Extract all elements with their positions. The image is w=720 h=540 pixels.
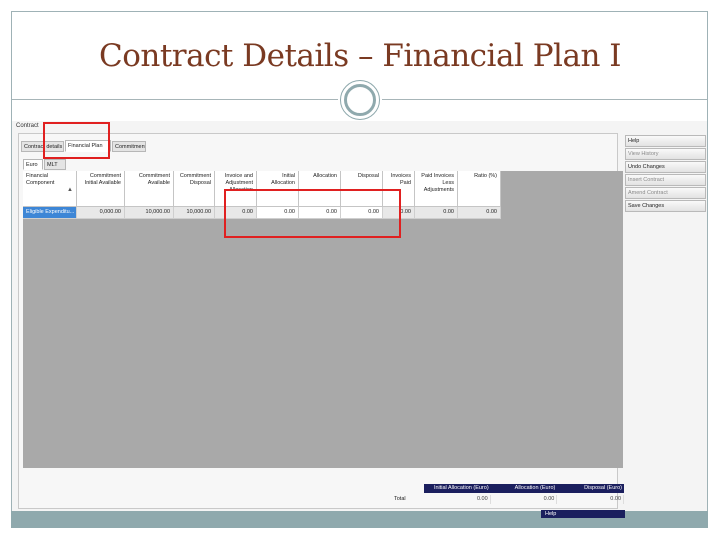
col-commitment-disposal[interactable]: Commitment Disposal (174, 171, 215, 207)
col-ratio[interactable]: Ratio (%) (458, 171, 501, 207)
slide-title: Contract Details – Financial Plan I (98, 38, 622, 74)
total-initial-allocation: 0.00 (424, 495, 491, 504)
totals-header-initial-allocation: Initial Allocation (Euro) (433, 485, 489, 491)
amend-contract-button[interactable]: Amend Contract (625, 187, 706, 199)
undo-changes-button[interactable]: Undo Changes (625, 161, 706, 173)
circle-emblem-ring (344, 84, 376, 116)
col-commitment-initial-available[interactable]: Commitment Initial Available (77, 171, 125, 207)
totals-header-allocation: Allocation (Euro) (514, 485, 556, 491)
view-history-button[interactable]: View History (625, 148, 706, 160)
insert-contract-button[interactable]: Insert Contract (625, 174, 706, 186)
highlight-financial-plan-tab (43, 122, 110, 159)
col-label: Financial Component (26, 173, 55, 186)
save-changes-button[interactable]: Save Changes (625, 200, 706, 212)
divider-left (12, 99, 338, 100)
divider-right (382, 99, 707, 100)
totals-header-disposal: Disposal (Euro) (584, 485, 623, 491)
cell-financial-component[interactable]: Eligible Expenditu... (23, 207, 77, 219)
action-buttons: Help View History Undo Changes Insert Co… (625, 135, 706, 213)
totals-label: Total (394, 496, 406, 502)
tab-commitment[interactable]: Commitment (112, 141, 146, 152)
totals-header: Initial Allocation (Euro) Allocation (Eu… (424, 484, 624, 493)
cell-ratio: 0.00 (458, 207, 501, 219)
app-screenshot: Contract Contract details Financial Plan… (12, 121, 707, 518)
col-financial-component[interactable]: Financial Component ▲ (23, 171, 77, 207)
total-disposal: 0.00 (557, 495, 625, 504)
cell-paid-invoices-less-adjustments: 0.00 (415, 207, 458, 219)
help-button[interactable]: Help (625, 135, 706, 147)
cell-commitment-disposal: 10,000.00 (174, 207, 215, 219)
circle-emblem-icon (340, 80, 380, 120)
col-commitment-available[interactable]: Commitment Available (125, 171, 174, 207)
window-label: Contract (16, 123, 39, 129)
col-paid-invoices-less-adjustments[interactable]: Paid Invoices Less Adjustments (415, 171, 458, 207)
total-allocation: 0.00 (491, 495, 558, 504)
help-bar[interactable]: Help (541, 510, 625, 518)
totals-values: 0.00 0.00 0.00 (424, 495, 625, 504)
tab-currency-mlt[interactable]: MLT (44, 159, 66, 170)
sort-asc-icon: ▲ (67, 187, 73, 193)
cell-commitment-available: 10,000.00 (125, 207, 174, 219)
highlight-allocation-cells (224, 189, 401, 238)
cell-commitment-initial-available: 0,000.00 (77, 207, 125, 219)
tab-currency-euro[interactable]: Euro (23, 159, 43, 170)
